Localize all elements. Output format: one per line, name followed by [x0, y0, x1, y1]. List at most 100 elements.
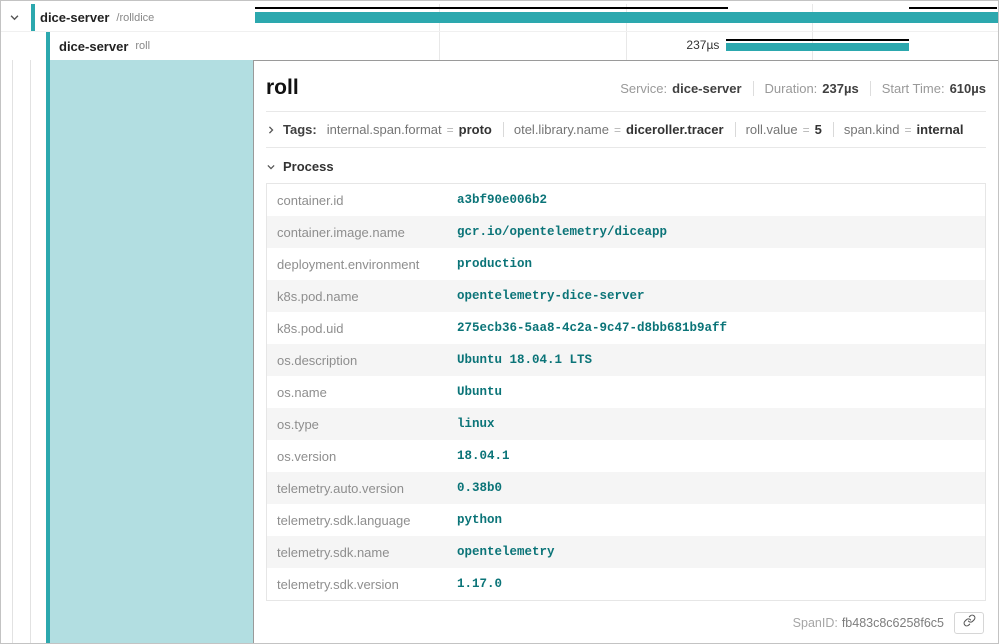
- process-value: opentelemetry: [447, 545, 555, 559]
- span-bar-roll[interactable]: [726, 43, 909, 51]
- process-accordion-toggle[interactable]: Process: [266, 148, 986, 183]
- table-row: container.id a3bf90e006b2: [267, 184, 985, 216]
- tag-item: internal.span.format = proto: [327, 122, 504, 137]
- span-row-rolldice: dice-server /rolldice: [1, 4, 998, 32]
- table-row: os.type linux: [267, 408, 985, 440]
- process-key: os.type: [267, 417, 447, 432]
- process-value: linux: [447, 417, 495, 431]
- service-name: dice-server: [40, 10, 109, 25]
- process-value: opentelemetry-dice-server: [447, 289, 645, 303]
- span-row-timeline: 237µs: [253, 32, 998, 60]
- span-stats: Service: dice-server Duration: 237µs Sta…: [620, 81, 986, 96]
- stat-label: Start Time:: [882, 81, 945, 96]
- tag-equals: =: [803, 123, 810, 137]
- span-detail-row: roll Service: dice-server Duration: 237µ…: [1, 60, 998, 643]
- indent-guide: [12, 60, 13, 643]
- process-key: telemetry.sdk.version: [267, 577, 447, 592]
- table-row: telemetry.sdk.name opentelemetry: [267, 536, 985, 568]
- process-value: Ubuntu: [447, 385, 502, 399]
- process-key: deployment.environment: [267, 257, 447, 272]
- tag-value: internal: [917, 122, 964, 137]
- service-name: dice-server: [59, 39, 128, 54]
- process-key: os.description: [267, 353, 447, 368]
- tag-equals: =: [447, 123, 454, 137]
- operation-name: roll: [135, 40, 150, 52]
- indent-guide: [30, 60, 31, 643]
- span-row-label-rolldice[interactable]: dice-server /rolldice: [1, 4, 253, 31]
- process-value: a3bf90e006b2: [447, 193, 547, 207]
- span-name-cell: dice-server roll: [46, 32, 150, 60]
- tag-key: span.kind: [844, 122, 900, 137]
- table-row: os.name Ubuntu: [267, 376, 985, 408]
- process-kv-table: container.id a3bf90e006b2 container.imag…: [266, 183, 986, 601]
- tag-key: internal.span.format: [327, 122, 442, 137]
- table-row: container.image.name gcr.io/opentelemetr…: [267, 216, 985, 248]
- deep-link-button[interactable]: [954, 612, 984, 634]
- stat-value: 237µs: [822, 81, 858, 96]
- span-name-cell: dice-server /rolldice: [31, 4, 154, 31]
- spanid-value: fb483c8c6258f6c5: [842, 616, 944, 630]
- collapse-toggle[interactable]: [1, 4, 31, 31]
- table-row: k8s.pod.name opentelemetry-dice-server: [267, 280, 985, 312]
- process-key: os.version: [267, 449, 447, 464]
- span-title: roll: [266, 76, 299, 100]
- process-value: gcr.io/opentelemetry/diceapp: [447, 225, 667, 239]
- critical-path-segment: [909, 7, 997, 9]
- tag-item: span.kind = internal: [844, 122, 975, 137]
- process-value: 1.17.0: [447, 577, 502, 591]
- operation-name: /rolldice: [116, 12, 154, 24]
- process-key: k8s.pod.name: [267, 289, 447, 304]
- trace-detail-page: dice-server /rolldice dice-server roll: [0, 0, 999, 644]
- process-key: k8s.pod.uid: [267, 321, 447, 336]
- process-value: python: [447, 513, 502, 527]
- stat-value: dice-server: [672, 81, 741, 96]
- tag-equals: =: [614, 123, 621, 137]
- tag-value: diceroller.tracer: [626, 122, 724, 137]
- span-detail-footer: SpanID: fb483c8c6258f6c5: [266, 601, 986, 643]
- tag-key: otel.library.name: [514, 122, 609, 137]
- process-value: 275ecb36-5aa8-4c2a-9c47-d8bb681b9aff: [447, 321, 727, 335]
- tag-item: otel.library.name = diceroller.tracer: [514, 122, 736, 137]
- table-row: telemetry.sdk.version 1.17.0: [267, 568, 985, 600]
- span-row-label-roll[interactable]: dice-server roll: [1, 32, 253, 60]
- stat-divider: [753, 81, 754, 96]
- process-value: production: [447, 257, 532, 271]
- process-key: container.image.name: [267, 225, 447, 240]
- chevron-down-icon: [266, 162, 276, 172]
- process-value: 0.38b0: [447, 481, 502, 495]
- chevron-down-icon: [9, 12, 20, 23]
- span-row-timeline: [253, 4, 998, 31]
- span-detail-header: roll Service: dice-server Duration: 237µ…: [266, 61, 986, 112]
- process-key: telemetry.sdk.name: [267, 545, 447, 560]
- process-key: os.name: [267, 385, 447, 400]
- span-row-roll: dice-server roll 237µs: [1, 32, 998, 60]
- process-key: telemetry.sdk.language: [267, 513, 447, 528]
- table-row: telemetry.auto.version 0.38b0: [267, 472, 985, 504]
- stat-divider: [870, 81, 871, 96]
- table-row: k8s.pod.uid 275ecb36-5aa8-4c2a-9c47-d8bb…: [267, 312, 985, 344]
- stat-value: 610µs: [950, 81, 986, 96]
- process-key: telemetry.auto.version: [267, 481, 447, 496]
- table-row: telemetry.sdk.language python: [267, 504, 985, 536]
- stat-label: Duration:: [765, 81, 818, 96]
- tag-item: roll.value = 5: [746, 122, 834, 137]
- expanded-row-highlight: [46, 60, 253, 643]
- trace-timeline-rows: dice-server /rolldice dice-server roll: [1, 1, 998, 60]
- tag-value: 5: [815, 122, 822, 137]
- process-value: 18.04.1: [447, 449, 510, 463]
- critical-path-segment: [726, 39, 909, 41]
- span-duration-label: 237µs: [253, 38, 719, 52]
- process-value: Ubuntu 18.04.1 LTS: [447, 353, 592, 367]
- tags-accordion-toggle[interactable]: Tags: internal.span.format = proto otel.…: [266, 112, 986, 148]
- table-row: deployment.environment production: [267, 248, 985, 280]
- process-key: container.id: [267, 193, 447, 208]
- spanid-label: SpanID:: [793, 616, 838, 630]
- chevron-right-icon: [266, 125, 276, 135]
- span-detail-panel: roll Service: dice-server Duration: 237µ…: [253, 60, 998, 643]
- span-bar-rolldice[interactable]: [255, 12, 998, 23]
- stat-label: Service:: [620, 81, 667, 96]
- tags-label: Tags:: [283, 122, 317, 137]
- tag-key: roll.value: [746, 122, 798, 137]
- table-row: os.description Ubuntu 18.04.1 LTS: [267, 344, 985, 376]
- link-icon: [963, 614, 976, 632]
